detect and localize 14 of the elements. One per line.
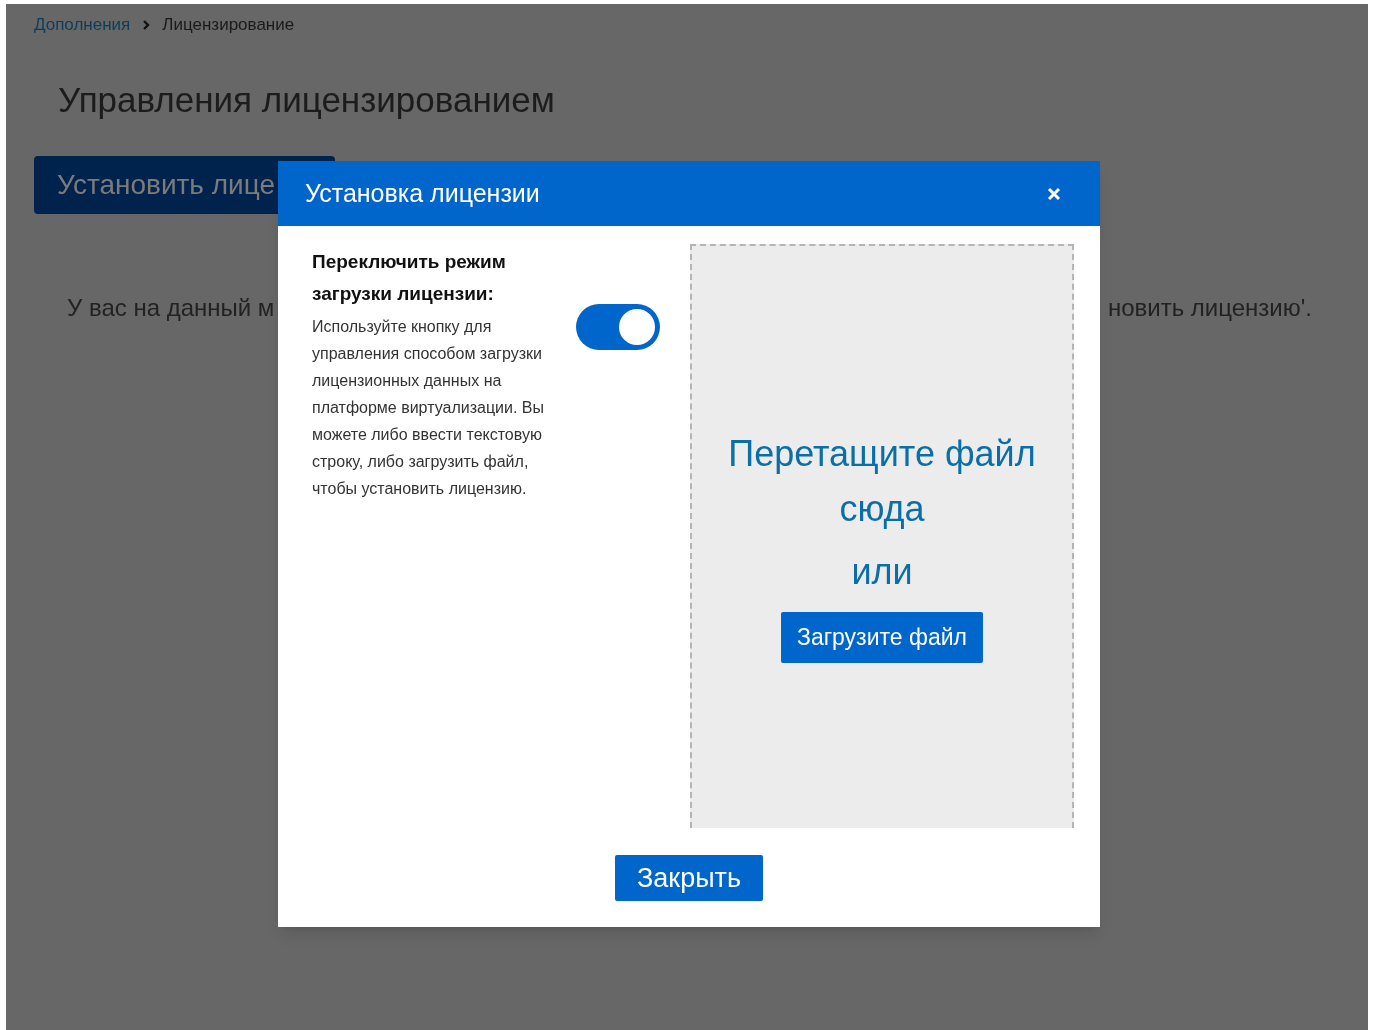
page-title: Управления лицензированием: [57, 78, 556, 121]
upload-file-button[interactable]: Загрузите файл: [781, 612, 983, 663]
drop-or-text: или: [851, 552, 913, 592]
close-icon: [1047, 186, 1061, 201]
chevron-right-icon: [142, 18, 151, 31]
toggle-description: Используйте кнопку для управления способом загрузки лицензионных данных на платформе виртуализации. Вы можете либо ввести текстовую строку, либо загрузить файл, чтобы установить лицензию.: [312, 317, 545, 499]
mode-toggle[interactable]: [576, 304, 660, 350]
toggle-knob: [619, 309, 655, 345]
breadcrumb-current: Лицензирование: [162, 14, 295, 36]
close-dialog-button[interactable]: Закрыть: [615, 855, 763, 901]
notice-text: У вас на данный м: [67, 292, 275, 323]
toggle-heading: Переключить режим загрузки лицензии:: [312, 250, 507, 306]
file-drop-zone[interactable]: Перетащите файл сюда или Загрузите файл: [690, 244, 1074, 828]
notice-text: новить лицензию'.: [1107, 292, 1312, 323]
